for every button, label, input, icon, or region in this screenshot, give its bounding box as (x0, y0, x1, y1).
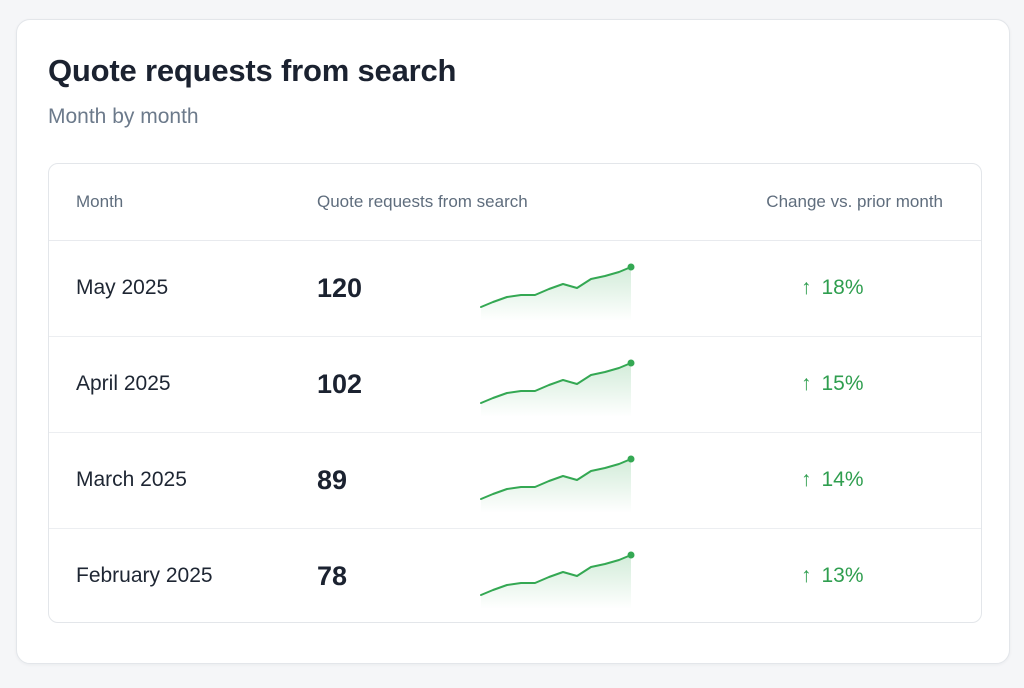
monthly-table: Month Quote requests from search Change … (48, 163, 982, 623)
arrow-up-icon: ↑ (801, 276, 812, 299)
table-row: February 2025 78 ↑ 13% (49, 529, 981, 622)
row-month: May 2025 (76, 276, 169, 299)
table-row: April 2025 102 ↑ 15% (49, 337, 981, 433)
column-header-quotes: Quote requests from search (317, 192, 528, 211)
row-change: ↑ 13% (801, 564, 864, 588)
row-quote-count: 120 (317, 273, 363, 303)
sparkline-chart (480, 551, 635, 609)
row-change: ↑ 18% (801, 276, 864, 300)
column-header-month: Month (76, 192, 124, 211)
sparkline-end-dot (627, 551, 635, 559)
row-month: March 2025 (76, 468, 187, 491)
row-quote-count: 89 (317, 465, 348, 495)
row-month: February 2025 (76, 564, 213, 587)
arrow-up-icon: ↑ (801, 372, 812, 395)
sparkline-end-dot (627, 359, 635, 367)
table-row: May 2025 120 ↑ 18% (49, 241, 981, 337)
arrow-up-icon: ↑ (801, 564, 812, 587)
sparkline-chart (480, 359, 635, 417)
table-row: March 2025 89 ↑ 14% (49, 433, 981, 529)
sparkline-end-dot (627, 263, 635, 271)
sparkline-end-dot (627, 455, 635, 463)
sparkline-chart (480, 263, 635, 321)
sparkline-chart (480, 455, 635, 513)
card-subtitle: Month by month (48, 105, 199, 128)
row-change: ↑ 14% (801, 468, 864, 492)
column-header-change: Change vs. prior month (766, 192, 943, 211)
row-change-value: 18% (821, 276, 864, 299)
table-header: Month Quote requests from search Change … (49, 164, 981, 241)
quote-requests-card: Quote requests from search Month by mont… (16, 19, 1010, 664)
row-quote-count: 102 (317, 369, 363, 399)
row-change-value: 13% (821, 564, 864, 587)
arrow-up-icon: ↑ (801, 468, 812, 491)
row-change-value: 15% (821, 372, 864, 395)
row-change-value: 14% (821, 468, 864, 491)
card-title: Quote requests from search (48, 53, 457, 88)
row-quote-count: 78 (317, 561, 348, 591)
row-month: April 2025 (76, 372, 171, 395)
row-change: ↑ 15% (801, 372, 864, 396)
